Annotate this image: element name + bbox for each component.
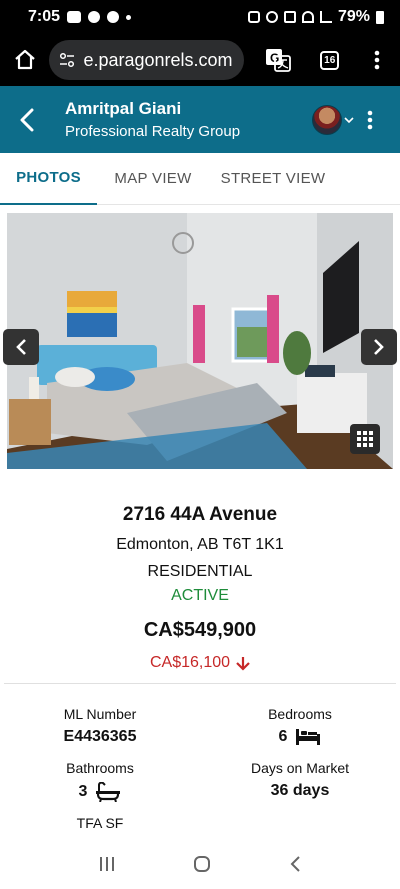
fact-bathrooms: Bathrooms 3 <box>0 760 200 802</box>
fact-days-on-market: Days on Market 36 days <box>200 760 400 800</box>
agent-avatar-menu[interactable] <box>312 104 354 135</box>
more-vertical-icon <box>367 110 373 129</box>
status-time: 7:05 <box>28 8 61 25</box>
divider <box>4 683 396 684</box>
back-nav-icon <box>290 856 300 872</box>
fact-label: Bedrooms <box>268 706 332 722</box>
notification-dot-icon <box>126 14 132 20</box>
chevron-left-icon <box>16 339 26 355</box>
bed-icon <box>296 729 321 745</box>
listing-status: ACTIVE <box>171 587 229 604</box>
agent-info: Amritpal Giani Professional Realty Group <box>54 99 312 140</box>
home-icon <box>15 49 35 70</box>
mute-icon <box>283 11 296 23</box>
bedroom-photo <box>7 213 393 469</box>
chevron-down-icon <box>344 116 354 123</box>
listing-address: 2716 44A Avenue <box>122 504 278 525</box>
chevron-right-icon <box>374 339 384 355</box>
fact-ml-number: ML Number E4436365 <box>0 706 200 746</box>
back-button[interactable] <box>0 86 54 153</box>
fact-bedrooms: Bedrooms 6 <box>200 706 400 746</box>
url-bar[interactable]: e.paragonrels.com <box>49 40 244 80</box>
days-on-market-value: 36 days <box>270 782 330 799</box>
signal-icon <box>319 11 332 23</box>
more-vertical-icon <box>374 50 380 70</box>
battery-icon <box>376 10 384 24</box>
tab-map-view[interactable]: MAP VIEW <box>101 153 205 205</box>
lock-icon <box>247 11 260 23</box>
youtube-icon <box>67 11 82 23</box>
wifi-icon <box>301 11 314 23</box>
ml-number-value: E4436365 <box>63 728 137 745</box>
property-type: RESIDENTIAL <box>147 563 253 580</box>
status-bar: 7:05 79% <box>0 0 400 34</box>
translate-icon: G <box>266 49 292 72</box>
back-nav-button[interactable] <box>288 855 302 878</box>
price-change-amount: CA$16,100 <box>149 654 231 671</box>
avatar <box>312 104 342 135</box>
bedrooms-value: 6 <box>278 728 288 745</box>
grid-icon <box>357 431 373 447</box>
view-tabs: PHOTOS MAP VIEW STREET VIEW <box>0 153 400 205</box>
fact-tfa: TFA SF <box>0 815 200 831</box>
url-text: e.paragonrels.com <box>83 49 233 70</box>
fact-label: TFA SF <box>76 815 124 831</box>
home-nav-button[interactable] <box>193 855 211 878</box>
fact-label: Bathrooms <box>66 760 134 776</box>
photo-grid-button[interactable] <box>350 424 380 454</box>
recent-apps-button[interactable] <box>98 855 116 878</box>
listing-city: Edmonton, AB T6T 1K1 <box>116 536 284 553</box>
next-photo-button[interactable] <box>361 329 397 365</box>
chevron-left-icon <box>20 108 34 131</box>
home-circle-icon <box>193 856 210 872</box>
tab-count: 16 <box>320 50 340 70</box>
facebook-icon <box>107 11 120 23</box>
listing-price: CA$549,900 <box>143 619 257 641</box>
header-menu-button[interactable] <box>360 86 380 153</box>
tab-switcher-button[interactable]: 16 <box>305 34 354 86</box>
bathrooms-value: 3 <box>78 783 88 800</box>
app-header: Amritpal Giani Professional Realty Group <box>0 86 400 153</box>
battery-level: 79% <box>337 8 370 25</box>
browser-toolbar: e.paragonrels.com G 16 <box>0 34 400 86</box>
fact-label: Days on Market <box>250 760 350 776</box>
tab-photos[interactable]: PHOTOS <box>0 153 97 205</box>
tab-street-view[interactable]: STREET VIEW <box>211 153 335 205</box>
fact-label: ML Number <box>63 706 137 722</box>
home-button[interactable] <box>0 34 49 86</box>
recent-apps-icon <box>100 857 115 871</box>
previous-photo-button[interactable] <box>3 329 39 365</box>
listing-photo[interactable] <box>7 213 393 469</box>
arrow-down-icon <box>236 656 250 671</box>
system-navigation-bar <box>0 844 400 889</box>
agent-company: Professional Realty Group <box>65 123 241 140</box>
price-change: CA$16,100 <box>0 654 400 672</box>
facebook-icon <box>88 11 101 23</box>
browser-menu-button[interactable] <box>354 34 400 86</box>
translate-button[interactable]: G <box>254 34 303 86</box>
alarm-icon <box>265 11 278 23</box>
bathtub-icon <box>96 782 121 802</box>
listing-summary: 2716 44A Avenue Edmonton, AB T6T 1K1 RES… <box>0 504 400 672</box>
agent-name: Amritpal Giani <box>65 99 182 118</box>
site-settings-icon <box>60 52 75 68</box>
